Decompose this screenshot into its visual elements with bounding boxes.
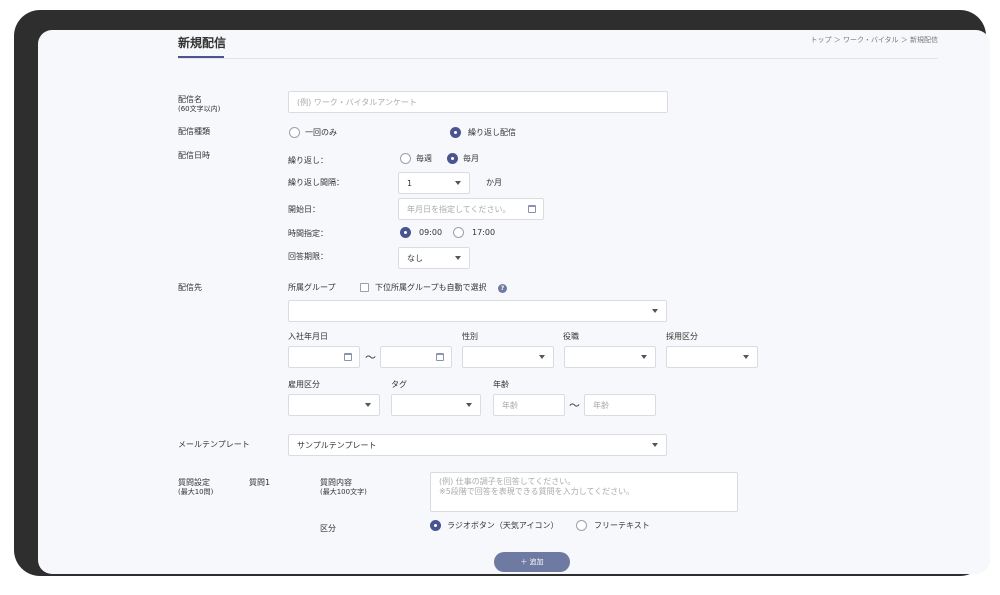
- chevron-down-icon: [652, 443, 658, 447]
- position-label: 役職: [563, 332, 579, 341]
- gender-select[interactable]: [462, 346, 554, 368]
- time-spec-label: 時間指定：: [288, 229, 328, 238]
- join-date-to-input[interactable]: [380, 346, 452, 368]
- age-to-input[interactable]: 年齢: [584, 394, 656, 416]
- start-date-input[interactable]: 年月日を指定してください。: [398, 198, 544, 220]
- radio-radio-button-type[interactable]: [430, 520, 441, 531]
- radio-time-0900[interactable]: [400, 227, 411, 238]
- delivery-name-sublabel: (60文字以内): [178, 105, 221, 113]
- answer-deadline-value: なし: [407, 253, 423, 263]
- mail-template-select[interactable]: サンプルテンプレート: [288, 434, 667, 456]
- age-from-placeholder: 年齢: [502, 400, 518, 410]
- radio-once-label: 一回のみ: [305, 128, 337, 137]
- join-date-tilde: ～: [365, 351, 376, 364]
- hire-type-label: 採用区分: [666, 332, 698, 341]
- header-divider: [178, 58, 938, 59]
- radio-time-0900-label: 09:00: [419, 228, 443, 237]
- age-from-input[interactable]: 年齢: [493, 394, 565, 416]
- repeat-interval-select[interactable]: 1: [398, 172, 470, 194]
- mail-template-value: サンプルテンプレート: [297, 440, 377, 450]
- breadcrumb[interactable]: トップ ＞ ワーク・バイタル ＞ 新規配信: [811, 35, 938, 45]
- age-tilde: ～: [569, 399, 580, 412]
- tag-label: タグ: [391, 380, 407, 389]
- chevron-down-icon: [455, 181, 461, 185]
- delivery-datetime-label: 配信日時: [178, 151, 210, 160]
- question-content-sublabel: (最大100文字): [320, 488, 367, 496]
- destination-label: 配信先: [178, 283, 202, 292]
- question-placeholder-line2: ※5段階で回答を表現できる質問を入力してください。: [439, 487, 635, 496]
- question-number-label: 質問1: [249, 478, 271, 487]
- question-settings-sublabel: (最大10問): [178, 488, 214, 496]
- radio-monthly-label: 毎月: [463, 154, 479, 163]
- join-date-label: 入社年月日: [288, 332, 328, 341]
- question-placeholder-line1: (例) 仕事の調子を回答してください。: [439, 477, 576, 486]
- age-label: 年齢: [493, 380, 509, 389]
- auto-select-subgroups-label: 下位所属グループも自動で選択: [375, 283, 487, 292]
- radio-free-text[interactable]: [576, 520, 587, 531]
- radio-repeat-delivery-label: 繰り返し配信: [468, 128, 516, 137]
- category-label: 区分: [320, 524, 336, 533]
- question-content-textarea[interactable]: (例) 仕事の調子を回答してください。 ※5段階で回答を表現できる質問を入力して…: [430, 472, 738, 512]
- chevron-down-icon: [365, 403, 371, 407]
- answer-deadline-select[interactable]: なし: [398, 247, 470, 269]
- gender-label: 性別: [462, 332, 478, 341]
- radio-weekly[interactable]: [400, 153, 411, 164]
- radio-time-1700[interactable]: [453, 227, 464, 238]
- repeat-interval-value: 1: [407, 178, 413, 188]
- radio-monthly[interactable]: [447, 153, 458, 164]
- group-label: 所属グループ: [288, 283, 336, 292]
- group-select[interactable]: [288, 300, 667, 322]
- page-title: 新規配信: [178, 36, 227, 50]
- chevron-down-icon: [652, 309, 658, 313]
- age-to-placeholder: 年齢: [593, 400, 609, 410]
- chevron-down-icon: [466, 403, 472, 407]
- device-frame: 新規配信 トップ ＞ ワーク・バイタル ＞ 新規配信 配信名 (60文字以内) …: [14, 10, 990, 576]
- hire-type-select[interactable]: [666, 346, 758, 368]
- answer-deadline-label: 回答期限：: [288, 252, 328, 261]
- auto-select-subgroups-checkbox[interactable]: [360, 283, 369, 292]
- position-select[interactable]: [564, 346, 656, 368]
- join-date-from-input[interactable]: [288, 346, 360, 368]
- add-question-button[interactable]: ＋ 追加: [494, 552, 570, 572]
- chevron-down-icon: [455, 256, 461, 260]
- radio-free-text-label: フリーテキスト: [594, 521, 650, 530]
- repeat-interval-label: 繰り返し間隔：: [288, 178, 344, 187]
- radio-once[interactable]: [289, 127, 300, 138]
- month-unit-label: か月: [486, 178, 502, 187]
- chevron-down-icon: [641, 355, 647, 359]
- delivery-name-input[interactable]: (例) ワーク・バイタルアンケート: [288, 91, 668, 113]
- radio-radio-button-type-label: ラジオボタン（天気アイコン）: [447, 521, 559, 530]
- start-date-placeholder: 年月日を指定してください。: [407, 204, 511, 214]
- app-screen: 新規配信 トップ ＞ ワーク・バイタル ＞ 新規配信 配信名 (60文字以内) …: [38, 30, 990, 574]
- employment-type-label: 雇用区分: [288, 380, 320, 389]
- help-icon[interactable]: ?: [498, 284, 507, 293]
- chevron-down-icon: [743, 355, 749, 359]
- radio-weekly-label: 毎週: [416, 154, 432, 163]
- repeat-label: 繰り返し：: [288, 156, 328, 165]
- radio-time-1700-label: 17:00: [472, 228, 496, 237]
- calendar-icon[interactable]: [436, 353, 444, 361]
- employment-type-select[interactable]: [288, 394, 380, 416]
- delivery-name-placeholder: (例) ワーク・バイタルアンケート: [297, 97, 417, 107]
- start-date-label: 開始日：: [288, 205, 320, 214]
- tag-select[interactable]: [391, 394, 481, 416]
- calendar-icon[interactable]: [528, 205, 536, 213]
- delivery-type-label: 配信種類: [178, 127, 210, 136]
- mail-template-label: メールテンプレート: [178, 440, 250, 449]
- calendar-icon[interactable]: [344, 353, 352, 361]
- radio-repeat-delivery[interactable]: [450, 127, 461, 138]
- chevron-down-icon: [539, 355, 545, 359]
